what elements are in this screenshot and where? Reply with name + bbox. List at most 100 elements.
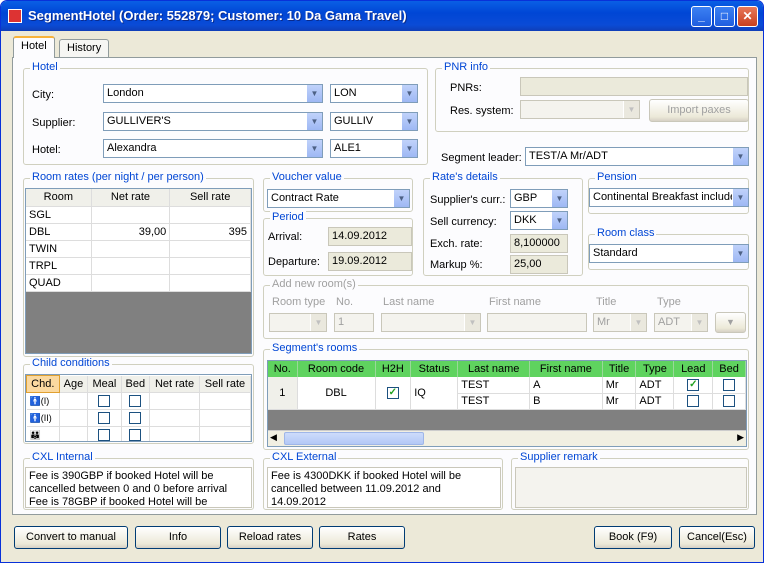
chevron-down-icon[interactable]: ▼ <box>401 140 417 157</box>
table-cell[interactable] <box>121 409 151 427</box>
horizontal-scrollbar[interactable]: ◀ ▶ <box>268 430 746 446</box>
chevron-down-icon[interactable]: ▼ <box>551 190 567 207</box>
chevron-down-icon[interactable]: ▼ <box>306 140 322 157</box>
table-cell[interactable] <box>169 257 251 275</box>
table-cell[interactable] <box>91 257 171 275</box>
table-cell[interactable]: ✓ <box>375 377 412 410</box>
cxl-internal-text[interactable]: Fee is 390GBP if booked Hotel will be ca… <box>25 467 252 508</box>
checkbox[interactable] <box>129 395 142 408</box>
table-cell[interactable] <box>149 426 200 441</box>
scrollbar-thumb[interactable] <box>284 432 424 445</box>
chevron-down-icon[interactable]: ▼ <box>464 314 480 331</box>
table-cell[interactable]: TEST <box>457 393 531 410</box>
table-cell[interactable]: ADT <box>635 393 675 410</box>
lead-checkbox[interactable] <box>687 395 700 408</box>
col-header[interactable]: Sell rate <box>169 189 251 207</box>
title-combo[interactable]: Mr ▼ <box>593 313 647 332</box>
lead-checkbox[interactable]: ✓ <box>687 378 700 391</box>
col-header[interactable]: Age <box>59 375 89 393</box>
col-header[interactable]: Type <box>635 361 675 377</box>
tab-history[interactable]: History <box>59 39 110 57</box>
hotel-code-combo[interactable]: ALE1 ▼ <box>330 139 418 158</box>
table-cell[interactable] <box>91 274 171 292</box>
pnrs-field[interactable] <box>520 77 748 96</box>
room-class-combo[interactable]: Standard ▼ <box>589 244 749 263</box>
chevron-down-icon[interactable]: ▼ <box>393 190 409 207</box>
col-header[interactable]: No. <box>268 361 298 377</box>
table-cell[interactable] <box>91 206 171 224</box>
chevron-down-icon[interactable]: ▼ <box>623 101 639 118</box>
type-combo[interactable]: ADT ▼ <box>654 313 708 332</box>
col-header[interactable]: Sell rate <box>199 375 251 393</box>
table-cell[interactable] <box>91 240 171 258</box>
title-bar[interactable]: SegmentHotel (Order: 552879; Customer: 1… <box>1 1 763 31</box>
table-cell[interactable]: TWIN <box>26 240 92 258</box>
h2h-checkbox[interactable]: ✓ <box>386 386 399 399</box>
table-row[interactable]: TRPL <box>26 257 251 275</box>
table-cell[interactable] <box>149 409 200 427</box>
table-cell[interactable]: TRPL <box>26 257 92 275</box>
table-cell[interactable]: QUAD <box>26 274 92 292</box>
tab-hotel[interactable]: Hotel <box>13 36 55 58</box>
table-cell[interactable]: B <box>529 393 603 410</box>
col-header[interactable]: Title <box>602 361 637 377</box>
table-row[interactable]: 👪 <box>26 426 251 441</box>
last-name-combo[interactable]: ▼ <box>381 313 481 332</box>
segment-rooms-grid[interactable]: No. Room code H2H Status Last name First name… <box>267 360 747 447</box>
table-cell[interactable]: ADT <box>635 377 675 394</box>
col-header[interactable]: Bed <box>712 361 746 377</box>
table-row[interactable]: SGL <box>26 206 251 224</box>
chevron-down-icon[interactable]: ▼ <box>732 245 748 262</box>
supplier-remark-text[interactable] <box>515 467 747 508</box>
bed-checkbox[interactable] <box>723 378 736 391</box>
col-header[interactable]: Net rate <box>91 189 171 207</box>
chevron-down-icon[interactable]: ▼ <box>551 212 567 229</box>
supplier-code-combo[interactable]: GULLIV ▼ <box>330 112 418 131</box>
close-button[interactable]: ✕ <box>737 6 758 27</box>
checkbox[interactable] <box>98 395 111 408</box>
minimize-button[interactable]: _ <box>691 6 712 27</box>
table-cell[interactable]: 39,00 <box>91 223 171 241</box>
table-cell[interactable] <box>121 426 151 441</box>
table-cell[interactable] <box>59 392 89 410</box>
table-cell[interactable] <box>712 377 746 394</box>
table-cell[interactable] <box>59 426 89 441</box>
child-icon-cell[interactable]: 🚹(II) <box>26 409 60 427</box>
table-cell[interactable] <box>121 392 151 410</box>
table-cell[interactable]: IQ <box>410 377 459 410</box>
col-header[interactable]: Meal <box>87 375 122 393</box>
pension-combo[interactable]: Continental Breakfast include ▼ <box>589 188 749 207</box>
child-grid[interactable]: Chd. Age Meal Bed Net rate Sell rate 🚹(I) 🚹(II… <box>25 374 252 442</box>
table-cell[interactable]: DBL <box>297 377 376 410</box>
checkbox[interactable] <box>98 429 111 441</box>
table-cell[interactable] <box>87 392 122 410</box>
supplier-combo[interactable]: GULLIVER'S ▼ <box>103 112 323 131</box>
bed-checkbox[interactable] <box>723 395 736 408</box>
table-cell[interactable]: A <box>529 377 603 394</box>
chevron-down-icon[interactable]: ▼ <box>401 85 417 102</box>
checkbox[interactable] <box>129 429 142 441</box>
chevron-down-icon[interactable]: ▼ <box>630 314 646 331</box>
checkbox[interactable] <box>129 412 142 425</box>
table-row[interactable]: DBL 39,00 395 <box>26 223 251 241</box>
sell-curr-combo[interactable]: DKK ▼ <box>510 211 568 230</box>
hotel-combo[interactable]: Alexandra ▼ <box>103 139 323 158</box>
chevron-down-icon[interactable]: ▼ <box>732 189 748 206</box>
table-cell[interactable]: ✓ <box>673 377 714 394</box>
cxl-external-text[interactable]: Fee is 4300DKK if booked Hotel will be c… <box>267 467 501 508</box>
table-cell[interactable]: 1 <box>268 377 298 410</box>
table-cell[interactable]: DBL <box>26 223 92 241</box>
reload-rates-button[interactable]: Reload rates <box>227 526 313 549</box>
table-cell[interactable] <box>199 426 251 441</box>
checkbox[interactable] <box>98 412 111 425</box>
col-header[interactable]: Chd. <box>26 375 60 393</box>
child-icon-cell[interactable]: 👪 <box>26 426 60 441</box>
segment-leader-combo[interactable]: TEST/A Mr/ADT ▼ <box>525 147 749 166</box>
table-cell[interactable]: TEST <box>457 377 531 394</box>
maximize-button[interactable]: □ <box>714 6 735 27</box>
table-cell[interactable]: SGL <box>26 206 92 224</box>
table-row[interactable]: 🚹(II) <box>26 409 251 427</box>
table-cell[interactable] <box>169 240 251 258</box>
import-paxes-button[interactable]: Import paxes <box>649 99 749 122</box>
table-cell[interactable] <box>199 409 251 427</box>
